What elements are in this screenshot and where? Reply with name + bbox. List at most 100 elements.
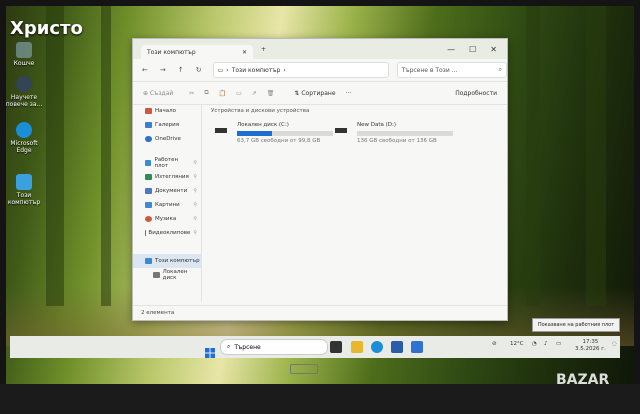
sidebar-item-pictures[interactable]: Картини ⚲	[133, 198, 201, 212]
edge-taskbar-icon[interactable]	[371, 341, 383, 353]
sidebar-item-label: Музика	[155, 216, 177, 222]
copy-icon[interactable]: ⧉	[204, 89, 208, 97]
navigation-bar: ← → ↑ ↻ ▭ › Този компютър › Търсене в То…	[133, 59, 507, 82]
sidebar-item-this-pc[interactable]: Този компютър	[133, 254, 201, 268]
sidebar-item-onedrive[interactable]: OneDrive	[133, 132, 201, 146]
download-icon	[145, 174, 152, 180]
search-input[interactable]: Търсене в Този ... ⌕	[396, 62, 507, 78]
battery-icon[interactable]: ▭	[556, 341, 561, 347]
rename-icon[interactable]: ▭	[236, 90, 242, 97]
info-icon	[16, 76, 32, 92]
task-view-icon[interactable]	[330, 341, 342, 353]
drive-tile-c[interactable]: Локален диск (C:) 63,7 GB свободни от 99…	[215, 122, 333, 152]
command-bar: ⊕ Създай ✂ ⧉ 📋 ▭ ↗ 🗑 ⇅ Сортиране ··· Под…	[133, 82, 507, 105]
pin-icon: ⚲	[193, 202, 197, 208]
laptop-logo	[290, 364, 318, 374]
wallpaper-trunk	[46, 6, 64, 306]
minimize-button[interactable]: —	[447, 45, 455, 54]
watermark: BAZAR	[556, 372, 610, 388]
tab-close-icon[interactable]: ✕	[242, 49, 247, 56]
pc-icon: ▭	[217, 66, 224, 74]
status-bar: 2 елемента	[133, 305, 507, 320]
refresh-button[interactable]: ↻	[193, 66, 205, 74]
sidebar-item-documents[interactable]: Документи ⚲	[133, 184, 201, 198]
sidebar-item-label: Изтегляния	[155, 174, 189, 180]
sidebar-item-label: Този компютър	[155, 258, 200, 264]
monitor-icon	[16, 174, 32, 190]
taskbar-search[interactable]: ⌕ Търсене	[220, 339, 328, 355]
paste-icon[interactable]: 📋	[219, 90, 226, 97]
clock[interactable]: 17:35 3.5.2026 г.	[575, 339, 606, 353]
outlook-taskbar-icon[interactable]	[411, 341, 423, 353]
weather-temp[interactable]: 12°C	[510, 341, 524, 347]
tab-this-pc[interactable]: Този компютър ✕	[141, 45, 253, 59]
recycle-bin-icon	[16, 42, 32, 58]
cut-icon[interactable]: ✂	[189, 90, 194, 97]
store-taskbar-icon[interactable]	[391, 341, 403, 353]
drive-usage-fill	[237, 131, 272, 136]
title-bar: Този компютър ✕ + — ☐ ✕	[133, 39, 507, 59]
sidebar-item-local-disk[interactable]: Локален диск	[133, 268, 201, 282]
address-path: Този компютър	[231, 66, 281, 74]
sidebar-item-gallery[interactable]: Галерия	[133, 118, 201, 132]
delete-icon[interactable]: 🗑	[267, 90, 275, 97]
drive-free-space: 63,7 GB свободни от 99,8 GB	[237, 138, 321, 144]
show-desktop-tooltip: Показване на работния плот	[532, 318, 620, 332]
desktop-icon-edge[interactable]: Microsoft Edge	[4, 122, 44, 154]
wallpaper-trunk	[586, 6, 606, 306]
more-button[interactable]: ···	[346, 90, 352, 97]
chevron-right-icon: ›	[226, 66, 229, 74]
sidebar-item-videos[interactable]: Видеоклипове ⚲	[133, 226, 201, 240]
monitor-icon	[145, 258, 152, 264]
sidebar-item-label: Локален диск	[162, 269, 188, 281]
volume-icon[interactable]: ♪	[544, 341, 548, 347]
edge-icon	[16, 122, 32, 138]
no-wifi-icon[interactable]: ⊘	[492, 341, 497, 347]
new-tab-button[interactable]: +	[261, 46, 266, 53]
maximize-button[interactable]: ☐	[469, 45, 476, 54]
close-button[interactable]: ✕	[490, 45, 497, 54]
desktop-icon-label: Научете повече за...	[5, 94, 43, 108]
item-count: 2 елемента	[141, 310, 175, 316]
drive-usage-bar	[357, 131, 453, 136]
chevron-right-icon: ›	[283, 66, 286, 74]
wallpaper-trunk	[526, 6, 540, 306]
drive-icon	[335, 128, 347, 133]
share-icon[interactable]: ↗	[252, 90, 257, 97]
start-button[interactable]	[205, 343, 215, 362]
sidebar-item-home[interactable]: Начало	[133, 104, 201, 118]
wifi-icon[interactable]: ◔	[532, 341, 537, 347]
sidebar-item-downloads[interactable]: Изтегляния ⚲	[133, 170, 201, 184]
address-bar[interactable]: ▭ › Този компютър ›	[212, 62, 389, 78]
desktop-icon-recycle-bin[interactable]: Кошче	[4, 42, 44, 67]
forward-button[interactable]: →	[157, 66, 169, 74]
sidebar-item-music[interactable]: Музика ⚲	[133, 212, 201, 226]
drive-tile-d[interactable]: New Data (D:) 136 GB свободни от 136 GB	[335, 122, 453, 152]
file-explorer-taskbar-icon[interactable]	[351, 341, 363, 353]
back-button[interactable]: ←	[139, 66, 151, 74]
up-button[interactable]: ↑	[175, 66, 187, 74]
desktop-icon-learn-more[interactable]: Научете повече за...	[4, 76, 44, 108]
new-button[interactable]: ⊕ Създай	[143, 90, 173, 97]
pin-icon: ⚲	[193, 230, 197, 236]
sort-button[interactable]: ⇅ Сортиране	[294, 90, 335, 97]
details-button[interactable]: Подробности	[455, 90, 497, 97]
notification-bell-icon[interactable]: ◌	[612, 341, 617, 347]
tab-title: Този компютър	[147, 48, 196, 56]
sidebar-item-label: Галерия	[155, 122, 179, 128]
clock-time: 17:35	[582, 339, 599, 345]
search-icon: ⌕	[227, 343, 231, 350]
sidebar-item-label: OneDrive	[155, 136, 181, 142]
overlay-user-name: Христо	[10, 18, 83, 39]
sidebar-item-label: Начало	[155, 108, 177, 114]
search-placeholder: Търсене в Този ...	[401, 66, 458, 74]
drive-icon	[215, 128, 227, 133]
home-icon	[145, 108, 152, 114]
drive-name: New Data (D:)	[357, 122, 397, 128]
sidebar-item-desktop[interactable]: Работен плот ⚲	[133, 156, 201, 170]
laptop-bezel	[0, 384, 640, 414]
wallpaper-trunk	[101, 6, 111, 306]
cloud-icon	[145, 136, 152, 142]
search-icon: ⌕	[498, 66, 502, 73]
desktop-icon-this-pc[interactable]: Този компютър	[4, 174, 44, 206]
